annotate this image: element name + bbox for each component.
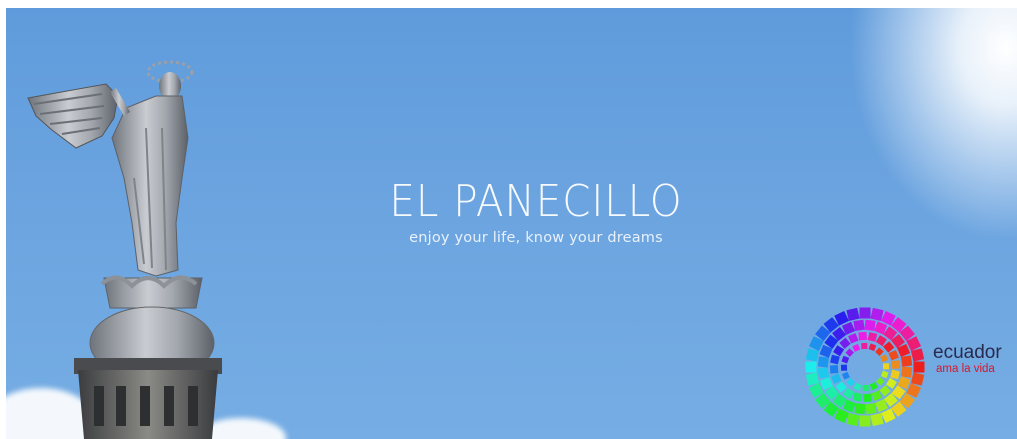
logo-tile [859, 307, 871, 319]
ecuador-logo-text: ecuador ama la vida [933, 343, 1002, 376]
logo-tile [876, 377, 885, 386]
logo-tile [891, 360, 901, 369]
logo-tile [911, 372, 925, 386]
banner-heading-block: EL PANECILLO enjoy your life, know your … [306, 176, 766, 246]
logo-tile [846, 413, 860, 427]
ecuador-rainbow-mosaic-icon [805, 307, 925, 427]
logo-tile [840, 364, 848, 371]
logo-tile [862, 384, 869, 392]
logo-tagline: ama la vida [936, 363, 995, 375]
logo-tile [841, 355, 850, 364]
logo-tile [879, 385, 891, 397]
logo-tile [888, 350, 899, 361]
logo-tile [861, 342, 868, 350]
logo-tile [846, 307, 860, 321]
logo-tile [833, 345, 845, 357]
logo-tile [901, 366, 913, 378]
logo-tile [854, 403, 866, 415]
logo-tile [830, 354, 840, 365]
logo-tile [852, 392, 863, 402]
logo-tile [845, 348, 854, 357]
logo-tile [863, 393, 872, 403]
virgin-statue-image [27, 60, 222, 439]
logo-tile [865, 402, 877, 415]
logo-tile [911, 348, 925, 362]
logo-tile [871, 390, 882, 401]
logo-tile [868, 343, 877, 352]
logo-tile [817, 367, 830, 379]
logo-tile [841, 371, 850, 380]
logo-tile [805, 372, 819, 386]
logo-tile [805, 361, 817, 373]
logo-tile [859, 415, 871, 427]
logo-tile [913, 361, 925, 373]
logo-tile [829, 365, 839, 374]
logo-tile [858, 331, 867, 341]
logo-tile [805, 348, 819, 362]
logo-tile [880, 370, 889, 379]
logo-tile [880, 354, 889, 363]
logo-tile [870, 307, 884, 321]
logo-tile [843, 387, 855, 399]
logo-word: ecuador [933, 342, 1002, 363]
logo-tile [875, 335, 887, 347]
logo-tile [885, 377, 897, 389]
logo-tile [882, 363, 890, 370]
logo-tile [817, 356, 829, 368]
logo-tile [846, 378, 855, 387]
logo-tile [869, 382, 878, 391]
logo-tile [848, 333, 859, 344]
logo-tile [870, 413, 884, 427]
logo-tile [852, 343, 861, 352]
logo-tile [835, 381, 847, 393]
logo-tile [831, 373, 842, 384]
banner-title: EL PANECILLO [389, 176, 683, 227]
logo-tile [867, 332, 878, 342]
banner-subtitle: enjoy your life, know your dreams [409, 230, 663, 246]
logo-tile [853, 382, 862, 391]
logo-tile [883, 341, 895, 353]
logo-tile [853, 319, 865, 332]
logo-tile [864, 319, 876, 331]
logo-tile [890, 369, 900, 380]
logo-tile [839, 337, 851, 349]
logo-tile [875, 347, 884, 356]
logo-tile [900, 355, 913, 367]
